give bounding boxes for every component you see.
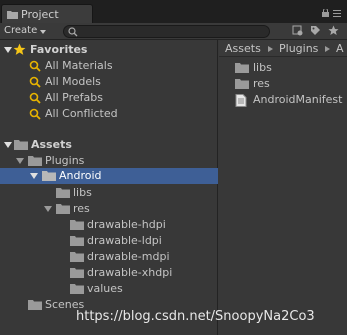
list-item[interactable]: libs bbox=[219, 60, 347, 76]
chevron-right-icon bbox=[268, 46, 273, 52]
folder-icon bbox=[70, 235, 84, 249]
tab-label: Project bbox=[21, 8, 59, 21]
search-icon bbox=[29, 92, 41, 107]
folder-icon bbox=[28, 155, 42, 169]
favorite-item-label: All Conflicted bbox=[45, 107, 118, 120]
favorite-star-icon[interactable] bbox=[328, 25, 339, 39]
folder-tree-panel: Favorites All Materials All Models All P… bbox=[0, 40, 218, 335]
tree-item-android[interactable]: Android bbox=[0, 168, 218, 184]
tree-item-label: res bbox=[73, 202, 90, 215]
tree-item-plugins[interactable]: Plugins bbox=[0, 153, 218, 169]
favorite-item[interactable]: All Prefabs bbox=[0, 90, 218, 106]
tree-item-libs[interactable]: libs bbox=[0, 185, 218, 201]
tree-item-drawable-hdpi[interactable]: drawable-hdpi bbox=[0, 217, 218, 233]
favorite-item-label: All Materials bbox=[45, 59, 113, 72]
lock-icon[interactable] bbox=[322, 7, 329, 20]
list-item-label: libs bbox=[253, 61, 272, 74]
tree-item-label: drawable-hdpi bbox=[87, 218, 166, 231]
tree-item-label: drawable-mdpi bbox=[87, 250, 170, 263]
folder-icon bbox=[70, 219, 84, 233]
search-icon bbox=[29, 60, 41, 75]
tree-item-label: drawable-xhdpi bbox=[87, 266, 173, 279]
project-toolbar: Create bbox=[0, 23, 347, 40]
expand-arrow-icon[interactable] bbox=[44, 206, 52, 212]
window-controls bbox=[322, 7, 341, 20]
list-item-label: AndroidManifest bbox=[253, 93, 343, 106]
folder-icon bbox=[70, 267, 84, 281]
chevron-right-icon bbox=[325, 46, 330, 52]
search-icon bbox=[68, 27, 78, 40]
list-item[interactable]: res bbox=[219, 76, 347, 92]
tree-item-label: Android bbox=[59, 169, 102, 182]
folder-icon bbox=[56, 187, 70, 201]
assets-label: Assets bbox=[31, 138, 72, 151]
expand-arrow-icon[interactable] bbox=[16, 158, 24, 164]
tree-item-label: Plugins bbox=[45, 154, 85, 167]
folder-icon bbox=[28, 299, 42, 313]
document-icon bbox=[235, 94, 247, 108]
list-item[interactable]: AndroidManifest bbox=[219, 92, 347, 108]
tree-item-label: libs bbox=[73, 186, 92, 199]
favorite-item-label: All Models bbox=[45, 75, 101, 88]
tree-item-label: values bbox=[87, 282, 123, 295]
breadcrumb-item[interactable]: Assets bbox=[225, 42, 261, 55]
tree-item-res[interactable]: res bbox=[0, 201, 218, 217]
folder-icon bbox=[235, 78, 249, 92]
favorite-item[interactable]: All Conflicted bbox=[0, 106, 218, 122]
tab-project[interactable]: Project bbox=[1, 4, 93, 23]
tab-bar: Project bbox=[0, 0, 347, 23]
favorites-label: Favorites bbox=[30, 43, 88, 56]
search-input[interactable] bbox=[63, 25, 270, 38]
expand-arrow-icon[interactable] bbox=[4, 142, 12, 148]
folder-icon bbox=[70, 283, 84, 297]
tree-item-drawable-ldpi[interactable]: drawable-ldpi bbox=[0, 233, 218, 249]
chevron-down-icon bbox=[40, 30, 46, 34]
favorite-item-label: All Prefabs bbox=[45, 91, 103, 104]
folder-icon bbox=[42, 170, 56, 184]
filter-type-icon[interactable] bbox=[292, 25, 303, 39]
watermark-text: https://blog.csdn.net/SnoopyNa2Co3 bbox=[76, 309, 315, 324]
favorite-item[interactable]: All Materials bbox=[0, 58, 218, 74]
favorite-item[interactable]: All Models bbox=[0, 74, 218, 90]
create-button[interactable]: Create bbox=[4, 25, 54, 38]
label-tag-icon[interactable] bbox=[310, 25, 321, 39]
create-label: Create bbox=[4, 25, 38, 36]
folder-icon bbox=[70, 251, 84, 265]
tree-item-values[interactable]: values bbox=[0, 281, 218, 297]
search-icon bbox=[29, 76, 41, 91]
folder-icon bbox=[56, 203, 70, 217]
search-icon bbox=[29, 108, 41, 123]
assets-header[interactable]: Assets bbox=[0, 137, 218, 153]
breadcrumb-item[interactable]: A bbox=[336, 42, 344, 55]
folder-icon bbox=[235, 62, 249, 76]
breadcrumb-item[interactable]: Plugins bbox=[279, 42, 318, 55]
folder-contents-panel: Assets Plugins A libs res AndroidManifes… bbox=[219, 40, 347, 335]
folder-icon bbox=[14, 139, 28, 153]
favorites-header[interactable]: Favorites bbox=[0, 42, 218, 58]
expand-arrow-icon[interactable] bbox=[30, 173, 38, 179]
tree-item-drawable-mdpi[interactable]: drawable-mdpi bbox=[0, 249, 218, 265]
tree-item-drawable-xhdpi[interactable]: drawable-xhdpi bbox=[0, 265, 218, 281]
toolbar-icons bbox=[292, 25, 339, 39]
tree-item-label: drawable-ldpi bbox=[87, 234, 162, 247]
star-icon bbox=[13, 43, 26, 59]
breadcrumb: Assets Plugins A bbox=[219, 40, 347, 57]
list-item-label: res bbox=[253, 77, 270, 90]
expand-arrow-icon[interactable] bbox=[4, 47, 12, 53]
menu-icon[interactable] bbox=[333, 7, 341, 20]
folder-icon bbox=[7, 9, 18, 19]
